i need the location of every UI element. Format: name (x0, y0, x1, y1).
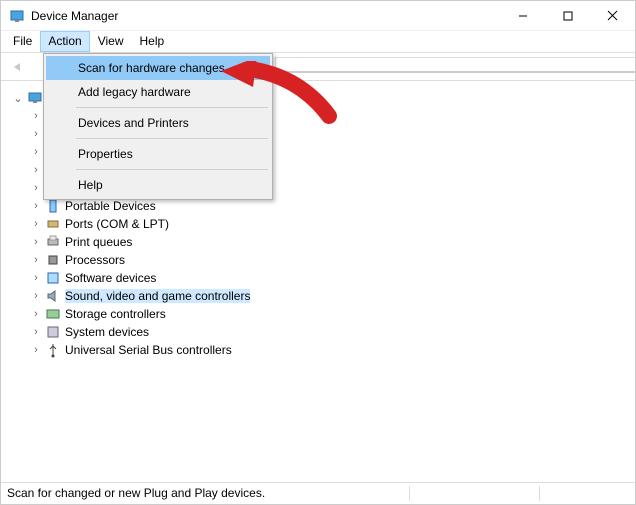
expand-icon[interactable]: › (29, 290, 43, 302)
tree-item-label: System devices (65, 325, 149, 339)
tree-item-label: Universal Serial Bus controllers (65, 343, 232, 357)
tree-item-label: Ports (COM & LPT) (65, 217, 169, 231)
expand-icon[interactable]: › (29, 254, 43, 266)
printer-icon (45, 234, 61, 250)
menu-file[interactable]: File (5, 31, 40, 52)
tree-item[interactable]: › Sound, video and game controllers (11, 287, 631, 305)
tree-item[interactable]: › Universal Serial Bus controllers (11, 341, 631, 359)
status-text: Scan for changed or new Plug and Play de… (7, 486, 409, 501)
menu-bar: File Action View Help (1, 31, 635, 53)
cpu-icon (45, 252, 61, 268)
expand-icon[interactable]: › (29, 344, 43, 356)
close-button[interactable] (590, 1, 635, 31)
tree-item-label: Sound, video and game controllers (65, 289, 250, 303)
menu-separator (76, 107, 268, 108)
minimize-button[interactable] (500, 1, 545, 31)
tree-item[interactable]: › Processors (11, 251, 631, 269)
menu-separator (76, 138, 268, 139)
menu-properties[interactable]: Properties (46, 142, 270, 166)
menu-help[interactable]: Help (46, 173, 270, 197)
expand-icon[interactable]: › (29, 308, 43, 320)
collapse-icon[interactable]: ⌄ (11, 92, 25, 105)
expand-icon[interactable]: › (29, 146, 43, 158)
usb-icon (45, 342, 61, 358)
tree-item-label: Software devices (65, 271, 156, 285)
status-bar: Scan for changed or new Plug and Play de… (1, 482, 635, 504)
tree-item-label: Portable Devices (65, 199, 156, 213)
title-bar: Device Manager (1, 1, 635, 31)
expand-icon[interactable]: › (29, 164, 43, 176)
expand-icon[interactable]: › (29, 218, 43, 230)
tree-item-label: Storage controllers (65, 307, 166, 321)
software-icon (45, 270, 61, 286)
expand-icon[interactable]: › (29, 110, 43, 122)
system-icon (45, 324, 61, 340)
app-icon (9, 8, 25, 24)
computer-icon (27, 90, 43, 106)
tree-item-label: Print queues (65, 235, 132, 249)
tree-item-label: Processors (65, 253, 125, 267)
window-controls (500, 1, 635, 31)
expand-icon[interactable]: › (29, 326, 43, 338)
menu-view[interactable]: View (90, 31, 132, 52)
toolbar-spacer (275, 57, 635, 73)
menu-action[interactable]: Action (40, 31, 89, 52)
status-cell (409, 486, 539, 501)
sound-icon (45, 288, 61, 304)
tree-item[interactable]: › Ports (COM & LPT) (11, 215, 631, 233)
menu-add-legacy-hardware[interactable]: Add legacy hardware (46, 80, 270, 104)
portable-icon (45, 198, 61, 214)
back-button[interactable] (7, 56, 29, 78)
storage-icon (45, 306, 61, 322)
tree-item[interactable]: › Print queues (11, 233, 631, 251)
menu-scan-hardware-changes[interactable]: Scan for hardware changes (46, 56, 270, 80)
menu-devices-and-printers[interactable]: Devices and Printers (46, 111, 270, 135)
action-dropdown: Scan for hardware changes Add legacy har… (43, 53, 273, 200)
expand-icon[interactable]: › (29, 182, 43, 194)
expand-icon[interactable]: › (29, 272, 43, 284)
tree-item[interactable]: › Storage controllers (11, 305, 631, 323)
expand-icon[interactable]: › (29, 128, 43, 140)
tree-item[interactable]: › System devices (11, 323, 631, 341)
tree-item[interactable]: › Software devices (11, 269, 631, 287)
maximize-button[interactable] (545, 1, 590, 31)
menu-separator (76, 169, 268, 170)
ports-icon (45, 216, 61, 232)
expand-icon[interactable]: › (29, 200, 43, 212)
window-title: Device Manager (31, 9, 500, 23)
status-cell (539, 486, 629, 501)
menu-help[interactable]: Help (132, 31, 173, 52)
expand-icon[interactable]: › (29, 236, 43, 248)
